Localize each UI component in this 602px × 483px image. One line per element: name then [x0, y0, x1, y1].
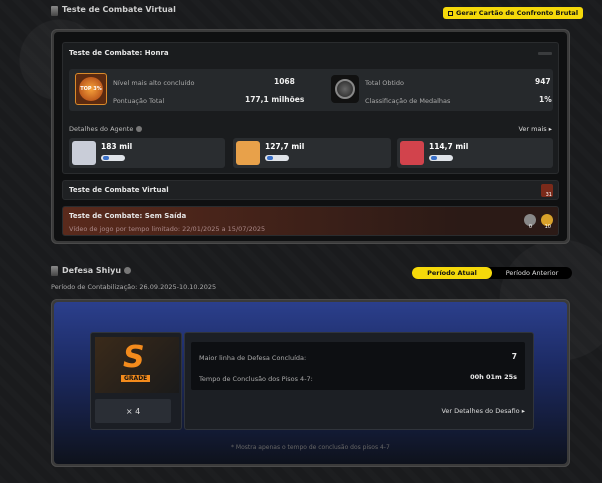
agent-details-heading: Detalhes do Agente	[69, 125, 143, 133]
clear-time-value: 00h 01m 25s	[470, 373, 517, 381]
agent-avatar-1	[72, 141, 96, 165]
card-icon	[448, 10, 453, 16]
gold-badge-count: 10	[544, 224, 551, 230]
shiyu-details-card: Maior linha de Defesa Concluída: 7 Tempo…	[184, 332, 534, 430]
grade-emblem: S GRADE	[95, 337, 179, 393]
virtual-combat-panel: Teste de Combate: Honra TOP 3% Nível mai…	[51, 29, 570, 244]
agent-avatar-2	[236, 141, 260, 165]
info-icon[interactable]	[136, 126, 143, 132]
grade-word: GRADE	[121, 375, 151, 382]
grade-card: S GRADE × 4	[90, 332, 182, 430]
highest-level-value: 1068	[274, 77, 295, 86]
medal-rank-label: Classificação de Medalhas	[365, 97, 451, 105]
tab-current-period[interactable]: Período Atual	[412, 267, 492, 279]
virtual-badge-count: 31	[545, 192, 552, 198]
shiyu-heading: Defesa Shiyu	[62, 266, 132, 275]
chevron-right-icon: ▸	[521, 407, 525, 415]
see-more-label: Ver mais	[518, 125, 547, 133]
see-more-link[interactable]: Ver mais ▸	[518, 125, 552, 133]
challenge-details-link[interactable]: Ver Detalhes do Desafio ▸	[441, 407, 525, 415]
generate-card-button-label: Gerar Cartão de Confronto Brutal	[456, 9, 579, 17]
chevron-right-icon: ▸	[548, 125, 552, 133]
section-icon	[51, 6, 58, 16]
no-exit-row-title: Teste de Combate: Sem Saída	[69, 212, 187, 220]
shiyu-section-icon	[51, 266, 58, 276]
agent-card-1[interactable]: 183 mil	[69, 138, 225, 168]
max-level-label: Maior linha de Defesa Concluída:	[199, 354, 307, 362]
agent-score-2: 127,7 mil	[265, 142, 305, 151]
shiyu-stats-box: Maior linha de Defesa Concluída: 7 Tempo…	[191, 342, 525, 390]
virtual-combat-row-title: Teste de Combate Virtual	[69, 186, 169, 194]
agent-score-1: 183 mil	[101, 142, 133, 151]
total-obtained-value: 947	[535, 77, 551, 86]
agent-card-3[interactable]: 114,7 mil	[397, 138, 553, 168]
honor-card: Teste de Combate: Honra TOP 3% Nível mai…	[62, 42, 559, 174]
period-tabs: Período Atual Período Anterior	[412, 267, 572, 279]
grade-letter: S	[123, 340, 145, 375]
total-score-label: Pontuação Total	[113, 97, 165, 105]
agent-chip-1	[101, 155, 125, 161]
virtual-combat-panel-inner: Teste de Combate: Honra TOP 3% Nível mai…	[54, 32, 567, 241]
help-icon[interactable]	[124, 267, 132, 274]
shiyu-panel-inner: record S GRADE × 4 Maior linha de Defesa…	[54, 302, 567, 464]
shiyu-panel: record S GRADE × 4 Maior linha de Defesa…	[51, 299, 570, 467]
shiyu-period-label: Período de Contabilização: 26.09.2025-10…	[51, 283, 217, 291]
medal-rank-value: 1%	[539, 95, 552, 104]
honor-logo: TOP 3%	[75, 73, 107, 105]
virtual-combat-row[interactable]: Teste de Combate Virtual 31	[62, 180, 559, 200]
agent-chip-3	[429, 155, 453, 161]
highest-level-label: Nível mais alto concluído	[113, 79, 195, 87]
generate-card-button[interactable]: Gerar Cartão de Confronto Brutal	[443, 7, 584, 19]
agent-avatar-3	[400, 141, 424, 165]
section-title-virtual-combat: Teste de Combate Virtual	[62, 5, 176, 14]
clear-time-label: Tempo de Conclusão dos Pisos 4-7:	[199, 375, 313, 383]
grade-count: × 4	[95, 399, 171, 423]
honor-stats-box: TOP 3% Nível mais alto concluído 1068 Po…	[69, 69, 553, 111]
skull-badge-count: 0	[528, 224, 532, 230]
shiyu-footnote: * Mostra apenas o tempo de conclusão dos…	[231, 444, 390, 451]
collapse-handle[interactable]	[538, 52, 552, 55]
max-level-value: 7	[511, 352, 517, 361]
no-exit-row[interactable]: Teste de Combate: Sem Saída Vídeo de jog…	[62, 206, 559, 236]
tab-previous-period[interactable]: Período Anterior	[492, 267, 572, 279]
medal-icon	[331, 75, 359, 103]
no-exit-row-subtitle: Vídeo de jogo por tempo limitado: 22/01/…	[69, 225, 266, 233]
total-score-value: 177,1 milhões	[245, 95, 305, 104]
agent-score-3: 114,7 mil	[429, 142, 469, 151]
challenge-details-label: Ver Detalhes do Desafio	[441, 407, 520, 415]
honor-logo-badge: TOP 3%	[79, 77, 103, 101]
total-obtained-label: Total Obtido	[365, 79, 404, 87]
shiyu-title: Defesa Shiyu	[62, 266, 122, 275]
agent-chip-2	[265, 155, 289, 161]
agent-card-2[interactable]: 127,7 mil	[233, 138, 391, 168]
agent-details-label: Detalhes do Agente	[69, 125, 134, 133]
honor-card-title: Teste de Combate: Honra	[69, 49, 169, 57]
